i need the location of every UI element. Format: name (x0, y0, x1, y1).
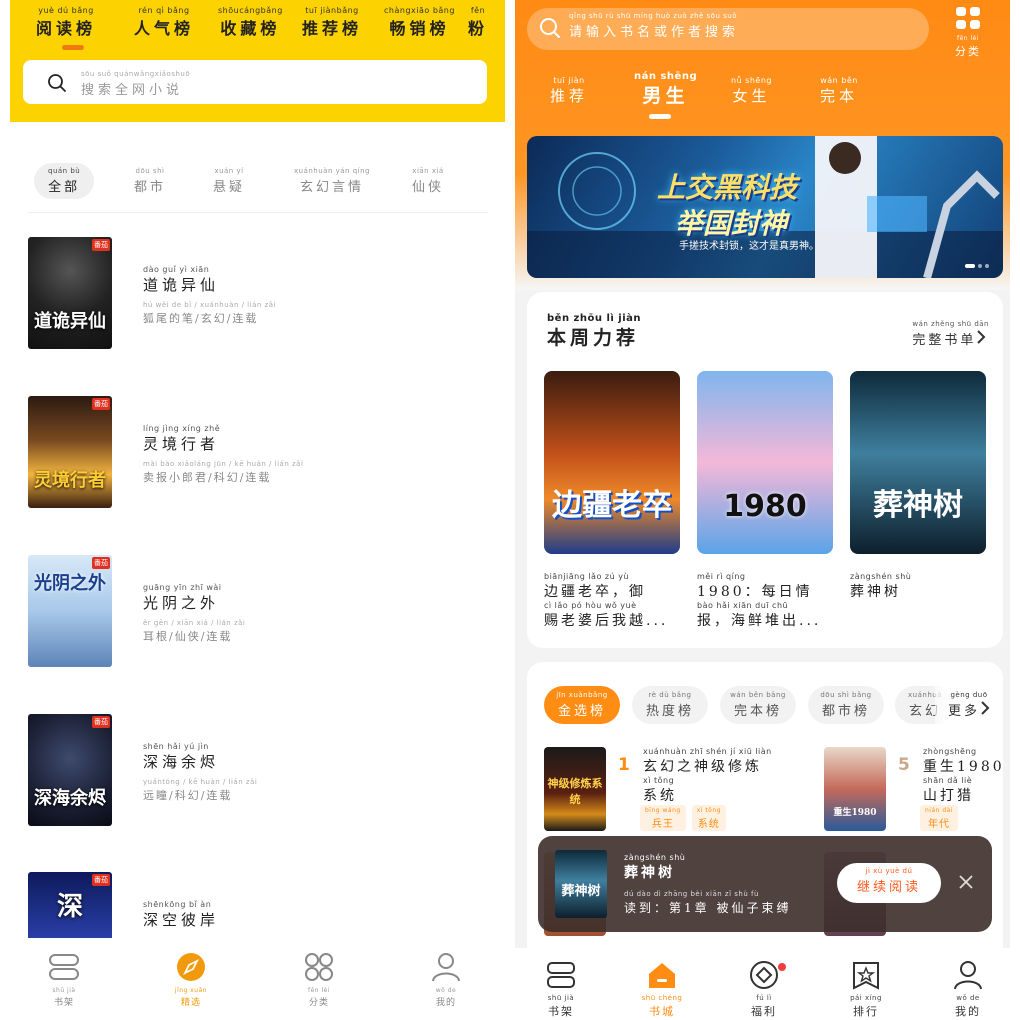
tab-recommend[interactable]: tuī jiàn 推荐 (550, 76, 588, 106)
book-cover: 1980 (697, 371, 833, 554)
search-icon (47, 73, 67, 97)
rank-list-item[interactable]: 重生1980 5 zhòngshēng 重生1980 shān dǎ liè 山打猎 … (824, 747, 1003, 831)
continue-reading-button[interactable]: jì xù yuè dú 继续阅读 (837, 863, 941, 903)
search-icon (539, 17, 561, 43)
book-cover: 番茄 灵境行者 (28, 396, 112, 508)
nav-bookshelf[interactable]: shū jià 书架 (531, 960, 591, 1019)
bookshelf-icon (545, 962, 577, 994)
book-tag: bīng wáng 兵王 (640, 805, 686, 831)
category-fantasy-romance[interactable]: xuánhuàn yán qíng 玄幻言情 (294, 167, 370, 195)
rank-list-item[interactable]: 神级修炼系统 1 xuánhuàn zhī shén jí xiū liàn 玄幻… (544, 747, 804, 831)
section-title: běn zhōu lì jiàn 本周力荐 (547, 313, 642, 350)
nav-bookstore[interactable]: shū chéng 书城 (632, 960, 692, 1019)
nav-featured[interactable]: jīng xuǎn 精选 (161, 952, 221, 1008)
tab-bestseller-rank[interactable]: chàngxiāo bǎng 畅销榜 (384, 6, 455, 39)
tab-recommend-rank[interactable]: tuī jiànbǎng 推荐榜 (302, 6, 362, 39)
book-meta: mài bào xiǎoláng jūn / kē huàn / lián zǎ… (143, 460, 304, 484)
bookstore-page: qǐng shū rù shū míng huò zuò zhě sōu suǒ… (515, 0, 1010, 1020)
rank-tab-finished[interactable]: wán běn bǎng 完本榜 (720, 686, 796, 724)
book-cover: 葬神树 (850, 371, 986, 554)
nav-bookshelf[interactable]: shū jià 书架 (34, 952, 94, 1008)
chevron-right-icon (976, 329, 986, 348)
nav-category[interactable]: fēn lèi 分类 (289, 952, 349, 1008)
ranking-page: yuè dú bǎng 阅读榜 rén qì bǎng 人气榜 shōucángbǎ… (10, 0, 505, 1020)
reading-progress: dú dào dì zhāng bèi xiān zǐ shù fù 读到：第1章… (624, 890, 792, 915)
user-icon (952, 961, 984, 994)
rank-tab-gold[interactable]: jīn xuǎnbǎng 金选榜 (544, 686, 620, 724)
weekly-book[interactable]: 葬神树 zàngshén shù 葬神树 (850, 371, 986, 601)
tab-indicator (649, 114, 671, 119)
tab-finished[interactable]: wán běn 完本 (820, 76, 858, 106)
divider (28, 212, 488, 213)
full-list-link[interactable]: wán zhěng shū dān 完整书单 (912, 320, 989, 348)
book-list-item[interactable]: 番茄 光阴之外 guāng yīn zhī wài 光阴之外 ěr gēn / xi… (28, 555, 488, 673)
tab-female[interactable]: nǚ shēng 女生 (731, 76, 772, 106)
bottom-nav: shū jià 书架 shū chéng 书城 fú lì 福利 pái xíng 排行… (515, 948, 1010, 1020)
book-cover: 重生1980 (824, 747, 886, 831)
book-title: líng jìng xíng zhě 灵境行者 (143, 424, 221, 453)
book-cover: 番茄 深海余烬 (28, 714, 112, 826)
book-cover: 葬神树 (555, 850, 607, 918)
popup-book-title: zàngshén shù 葬神树 (624, 853, 686, 881)
search-input[interactable]: qǐng shū rù shū míng huò zuò zhě sōu suǒ… (569, 12, 739, 40)
rank-tab-urban[interactable]: dōu shì bǎng 都市榜 (808, 686, 884, 724)
book-title: shēn hǎi yú jìn 深海余烬 (143, 742, 220, 771)
book-list-item[interactable]: 番茄 道诡异仙 dào guǐ yì xiān 道诡异仙 hú wěi de bǐ … (28, 237, 488, 355)
book-title: shēnkōng bǐ àn 深空彼岸 (143, 900, 220, 929)
chevron-right-icon (980, 700, 990, 719)
close-icon[interactable] (958, 874, 974, 894)
bottom-nav: shū jià 书架 jīng xuǎn 精选 fēn lèi 分类 wǒ de 我的 (10, 938, 505, 1020)
weekly-picks-card: běn zhōu lì jiàn 本周力荐 wán zhěng shū dān 完整… (527, 292, 1003, 648)
book-cover: 番茄 道诡异仙 (28, 237, 112, 349)
category-button[interactable]: fēn lèi 分类 (955, 6, 981, 59)
book-tag: nián dài 年代 (920, 805, 959, 831)
book-cover: 边疆老卒 (544, 371, 680, 554)
ranking-header: yuè dú bǎng 阅读榜 rén qì bǎng 人气榜 shōucángbǎ… (10, 0, 505, 122)
nav-ranking[interactable]: pái xíng 排行 (836, 960, 896, 1019)
welfare-icon (748, 961, 780, 994)
carousel-dots (962, 253, 989, 272)
user-icon (430, 953, 462, 986)
book-title: dào guǐ yì xiān 道诡异仙 (143, 265, 220, 294)
tab-reading-rank[interactable]: yuè dú bǎng 阅读榜 (36, 6, 96, 39)
category-all[interactable]: quán bù 全部 (34, 163, 95, 199)
book-list-item[interactable]: 番茄 深海余烬 shēn hǎi yú jìn 深海余烬 yuǎntóng / kē… (28, 714, 488, 832)
category-mystery[interactable]: xuán yí 悬疑 (213, 167, 245, 195)
tab-fans-rank[interactable]: fěn 粉 (468, 6, 488, 39)
compass-icon (175, 953, 207, 986)
tab-collect-rank[interactable]: shōucángbǎng 收藏榜 (218, 6, 283, 39)
tab-indicator (62, 45, 84, 50)
search-bar[interactable]: qǐng shū rù shū míng huò zuò zhě sōu suǒ… (527, 8, 929, 50)
nav-mine[interactable]: wǒ de 我的 (416, 952, 476, 1008)
rank-tab-hot[interactable]: rè dù bǎng 热度榜 (632, 686, 708, 724)
search-input[interactable]: sōu suǒ quánwǎngxiǎoshuō 搜索全网小说 (81, 70, 190, 98)
category-xianxia[interactable]: xiān xiá 仙侠 (412, 167, 444, 195)
book-cover: 番茄 光阴之外 (28, 555, 112, 667)
search-bar[interactable]: sōu suǒ quánwǎngxiǎoshuō 搜索全网小说 (23, 60, 487, 104)
rank-icon (850, 962, 882, 994)
book-cover: 神级修炼系统 (544, 747, 606, 831)
rank-more[interactable]: gèng duō 更多 (935, 686, 1003, 724)
promo-banner[interactable]: 上交黑科技 举国封神 手搓技术封锁，这才是真男神。 (527, 136, 1003, 278)
notification-dot (778, 963, 786, 971)
category-icon (303, 953, 335, 986)
category-urban[interactable]: dōu shì 都市 (134, 167, 166, 195)
book-tag: xì tǒng 系统 (691, 805, 726, 831)
bookshelf-icon (48, 954, 80, 986)
weekly-book[interactable]: 边疆老卒 biānjiāng lǎo zú yù 边疆老卒，御 cì lǎo pó … (544, 371, 680, 630)
nav-welfare[interactable]: fú lì 福利 (734, 960, 794, 1019)
book-title: guāng yīn zhī wài 光阴之外 (143, 583, 222, 612)
home-icon (646, 963, 678, 994)
book-list-item[interactable]: 番茄 灵境行者 líng jìng xíng zhě 灵境行者 mài bào xi… (28, 396, 488, 514)
book-meta: yuǎntóng / kē huàn / lián zǎi 远瞳/科幻/连载 (143, 778, 258, 802)
weekly-book[interactable]: 1980 měi rì qíng 1980：每日情 bào hǎi xiān duī… (697, 371, 833, 630)
tab-male[interactable]: nán shēng 男生 (634, 72, 697, 108)
nav-mine[interactable]: wǒ de 我的 (938, 960, 998, 1019)
tab-popular-rank[interactable]: rén qì bǎng 人气榜 (134, 6, 194, 39)
continue-reading-popup[interactable]: 葬神树 zàngshén shù 葬神树 dú dào dì zhāng bèi … (538, 836, 992, 932)
book-meta: hú wěi de bǐ / xuánhuàn / lián zǎi 狐尾的笔/玄… (143, 301, 276, 325)
grid-icon (955, 7, 981, 34)
book-meta: ěr gēn / xiān xiá / lián zǎi 耳根/仙侠/连载 (143, 619, 246, 643)
